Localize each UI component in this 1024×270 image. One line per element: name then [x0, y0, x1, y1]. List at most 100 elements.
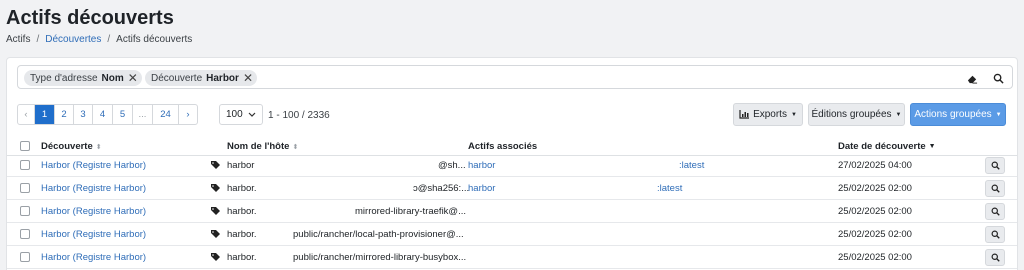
hostname-value: harbor. — [227, 206, 257, 217]
per-page-value: 100 — [226, 109, 243, 120]
breadcrumb-separator: / — [107, 34, 111, 45]
hostname-path: public/rancher/mirrored-library-busybox.… — [293, 252, 467, 263]
tag-icon — [211, 207, 221, 219]
column-label: Actifs associés — [468, 141, 538, 152]
filter-chip-field: Découverte — [151, 72, 203, 84]
discovery-link[interactable]: Harbor (Registre Harbor) — [41, 183, 146, 194]
row-checkbox[interactable] — [20, 183, 30, 193]
hostname-value: harbor. — [227, 183, 257, 194]
asset-link[interactable]: harbor — [468, 183, 495, 194]
row-checkbox[interactable] — [20, 160, 30, 170]
filter-chip-address-type[interactable]: Type d'adresse Nom ✕ — [24, 70, 142, 86]
breadcrumb-root[interactable]: Actifs — [6, 34, 30, 45]
sort-desc-icon: ▼ — [928, 143, 936, 150]
pagination-ellipsis: ... — [133, 105, 153, 124]
pagination-page[interactable]: 3 — [74, 105, 93, 124]
hostname-path: ɔ@sha256:... — [413, 183, 470, 194]
discovery-date: 27/02/2025 04:00 — [838, 160, 912, 171]
filter-chip-value: Harbor — [206, 72, 239, 84]
group-actions-button[interactable]: Actions groupées ▼ — [910, 103, 1006, 126]
caret-down-icon: ▼ — [790, 111, 797, 118]
pagination-page[interactable]: 2 — [55, 105, 74, 124]
asset-tag-link[interactable]: :latest — [657, 183, 682, 194]
discovery-date: 25/02/2025 02:00 — [838, 229, 912, 240]
column-header-discovery[interactable]: Découverte ⬍ — [41, 141, 102, 152]
select-all-checkbox[interactable] — [20, 141, 30, 151]
group-edit-button[interactable]: Éditions groupées ▼ — [808, 103, 905, 126]
discovery-link[interactable]: Harbor (Registre Harbor) — [41, 252, 146, 263]
asset-tag-link[interactable]: :latest — [679, 160, 704, 171]
column-header-date[interactable]: Date de découverte ▼ — [838, 141, 936, 152]
filter-chip-value: Nom — [101, 72, 124, 84]
search-icon — [991, 184, 1000, 193]
hostname-value: harbor. — [227, 252, 257, 263]
column-label: Nom de l'hôte — [227, 141, 290, 152]
hostname-path: @sh... — [438, 160, 466, 171]
hostname-path: public/rancher/local-path-provisioner@..… — [293, 229, 464, 240]
breadcrumb-parent-link[interactable]: Découvertes — [45, 34, 101, 45]
exports-button[interactable]: Exports ▼ — [733, 103, 803, 126]
sort-icon: ⬍ — [292, 143, 299, 151]
caret-down-icon: ▼ — [895, 111, 902, 118]
search-icon[interactable] — [990, 70, 1006, 86]
chevron-down-icon — [248, 112, 256, 117]
pagination-next[interactable]: › — [179, 105, 197, 124]
results-panel: Type d'adresse Nom ✕ Découverte Harbor ✕… — [6, 57, 1018, 270]
row-search-button[interactable] — [985, 157, 1005, 174]
table-row: Harbor (Registre Harbor) harbor. mirrore… — [7, 200, 1017, 223]
group-edit-label: Éditions groupées — [811, 109, 892, 120]
pagination-page[interactable]: 1 — [35, 105, 55, 124]
hostname-value: harbor. — [227, 229, 257, 240]
tag-icon — [211, 253, 221, 265]
tag-icon — [211, 230, 221, 242]
search-icon — [991, 230, 1000, 239]
results-range: 1 - 100 / 2336 — [268, 110, 330, 121]
column-label: Date de découverte — [838, 141, 926, 152]
table-row: Harbor (Registre Harbor) harbor. public/… — [7, 223, 1017, 246]
filter-chip-field: Type d'adresse — [30, 72, 98, 84]
close-icon[interactable]: ✕ — [243, 72, 253, 84]
discovery-date: 25/02/2025 02:00 — [838, 252, 912, 263]
row-search-button[interactable] — [985, 226, 1005, 243]
sort-icon: ⬍ — [95, 143, 102, 151]
hostname-value: harbor — [227, 160, 255, 171]
pagination-page[interactable]: 4 — [93, 105, 113, 124]
eraser-icon[interactable] — [964, 70, 980, 86]
page-title: Actifs découverts — [6, 7, 174, 29]
discovery-link[interactable]: Harbor (Registre Harbor) — [41, 229, 146, 240]
search-filter-bar[interactable]: Type d'adresse Nom ✕ Découverte Harbor ✕ — [17, 65, 1013, 89]
column-header-hostname[interactable]: Nom de l'hôte ⬍ — [227, 141, 298, 152]
row-checkbox[interactable] — [20, 252, 30, 262]
per-page-select[interactable]: 100 — [219, 104, 263, 125]
search-icon — [991, 253, 1000, 262]
table-row: Harbor (Registre Harbor) harbor. ɔ@sha25… — [7, 177, 1017, 200]
group-actions-label: Actions groupées — [914, 109, 992, 120]
breadcrumb: Actifs / Découvertes / Actifs découverts — [6, 34, 192, 45]
column-header-assets: Actifs associés — [468, 141, 537, 152]
pagination-prev[interactable]: ‹ — [18, 105, 35, 124]
close-icon[interactable]: ✕ — [128, 72, 138, 84]
table-row: Harbor (Registre Harbor) harbor. public/… — [7, 246, 1017, 269]
filter-chip-discovery[interactable]: Découverte Harbor ✕ — [145, 70, 257, 86]
breadcrumb-separator: / — [36, 34, 40, 45]
row-checkbox[interactable] — [20, 206, 30, 216]
discovery-date: 25/02/2025 02:00 — [838, 183, 912, 194]
asset-link[interactable]: harbor — [468, 160, 495, 171]
column-label: Découverte — [41, 141, 93, 152]
row-search-button[interactable] — [985, 249, 1005, 266]
row-search-button[interactable] — [985, 180, 1005, 197]
pagination: ‹ 1 2 3 4 5 ... 24 › — [17, 104, 198, 125]
discovery-link[interactable]: Harbor (Registre Harbor) — [41, 160, 146, 171]
row-checkbox[interactable] — [20, 229, 30, 239]
chart-icon — [739, 110, 750, 119]
tag-icon — [211, 161, 221, 173]
pagination-page[interactable]: 24 — [153, 105, 179, 124]
breadcrumb-current: Actifs découverts — [116, 34, 193, 45]
caret-down-icon: ▼ — [995, 111, 1002, 118]
pagination-page[interactable]: 5 — [113, 105, 133, 124]
tag-icon — [211, 184, 221, 196]
discovery-date: 25/02/2025 02:00 — [838, 206, 912, 217]
row-search-button[interactable] — [985, 203, 1005, 220]
search-icon — [991, 207, 1000, 216]
discovery-link[interactable]: Harbor (Registre Harbor) — [41, 206, 146, 217]
